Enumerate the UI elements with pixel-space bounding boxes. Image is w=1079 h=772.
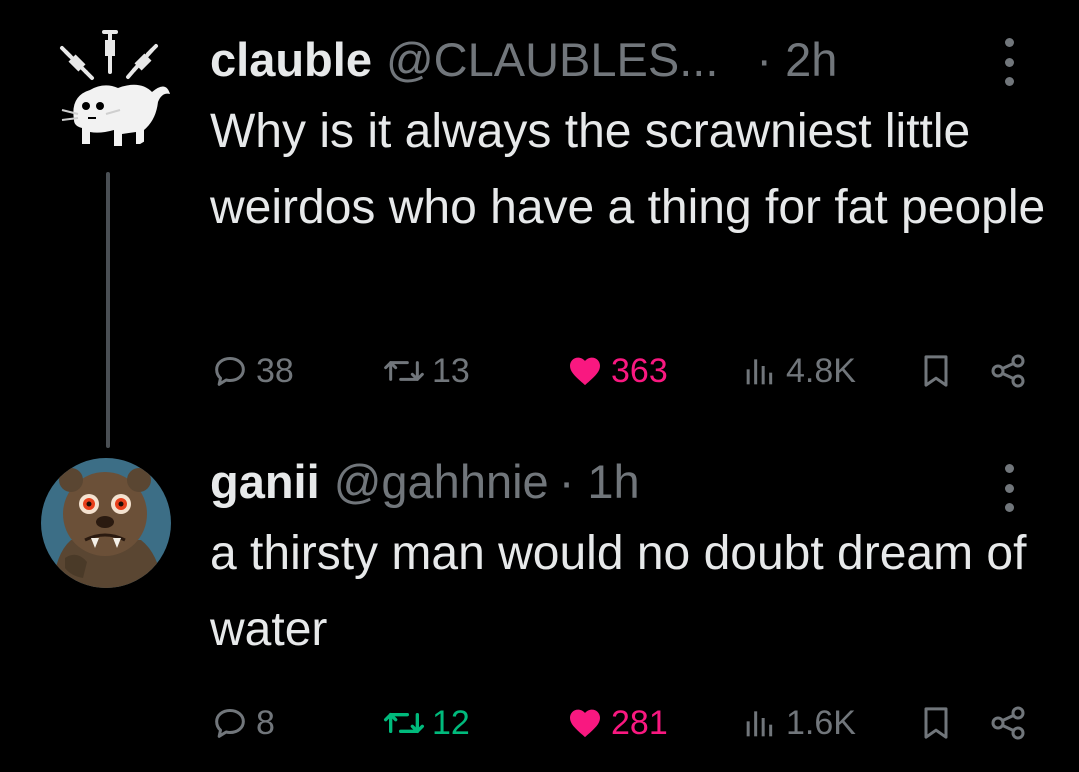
like-count: 363 [611,351,668,390]
bookmark-icon [924,707,948,739]
retweet-icon [384,361,424,381]
timestamp[interactable]: · 2h [756,30,837,90]
tweet-actions: 38 13 363 4.8K [210,346,1030,396]
reply-icon [215,709,245,738]
user-handle[interactable]: @CLAUBLES... [386,30,718,90]
reply-button[interactable]: 38 [210,346,294,396]
view-count: 1.6K [786,703,856,742]
retweet-count: 12 [432,703,470,742]
tweet-text: Why is it always the scrawniest little w… [210,105,1046,234]
retweet-icon [383,713,424,733]
avatar[interactable] [41,458,171,588]
views-button[interactable]: 1.6K [740,698,856,748]
timestamp[interactable]: · 1h [559,452,640,512]
more-options-icon[interactable] [1001,38,1017,86]
like-count: 281 [611,703,668,742]
avatar[interactable] [44,22,174,152]
view-count: 4.8K [786,351,856,390]
tweet-header: clauble @CLAUBLES... · 2h [210,30,1079,90]
reply-count: 38 [256,351,294,390]
like-button[interactable]: 281 [565,698,668,748]
share-button[interactable] [988,346,1028,396]
display-name[interactable]: ganii [210,452,320,512]
cat-syringes-avatar-icon [44,22,174,152]
more-options-icon[interactable] [1001,464,1017,512]
heart-filled-icon [570,357,600,386]
tweet-actions: 8 12 281 1.6K [210,698,1030,748]
user-handle[interactable]: @gahhnie [334,452,549,512]
tweet-header: ganii @gahhnie · 1h [210,452,1079,512]
retweet-button[interactable]: 13 [382,346,470,396]
display-name[interactable]: clauble [210,30,372,90]
like-button[interactable]: 363 [565,346,668,396]
share-icon [991,706,1025,740]
bookmark-button[interactable] [916,346,956,396]
analytics-bars-icon [746,359,773,385]
reply-icon [215,357,245,386]
reply-count: 8 [256,703,275,742]
reply-button[interactable]: 8 [210,698,275,748]
retweet-count: 13 [432,351,470,390]
bookmark-icon [924,355,948,387]
bookmark-button[interactable] [916,698,956,748]
analytics-bars-icon [746,711,773,737]
thread-connector-line [106,172,110,448]
share-button[interactable] [988,698,1028,748]
retweet-button[interactable]: 12 [382,698,470,748]
share-icon [991,354,1025,388]
tweet[interactable]: ganii @gahhnie · 1h a thirsty man would … [210,452,1079,742]
views-button[interactable]: 4.8K [740,346,856,396]
tweet[interactable]: clauble @CLAUBLES... · 2h Why is it alwa… [210,30,1079,390]
heart-filled-icon [570,709,600,738]
bear-creature-avatar-icon [41,458,171,588]
tweet-text: a thirsty man would no doubt dream of wa… [210,527,1027,656]
